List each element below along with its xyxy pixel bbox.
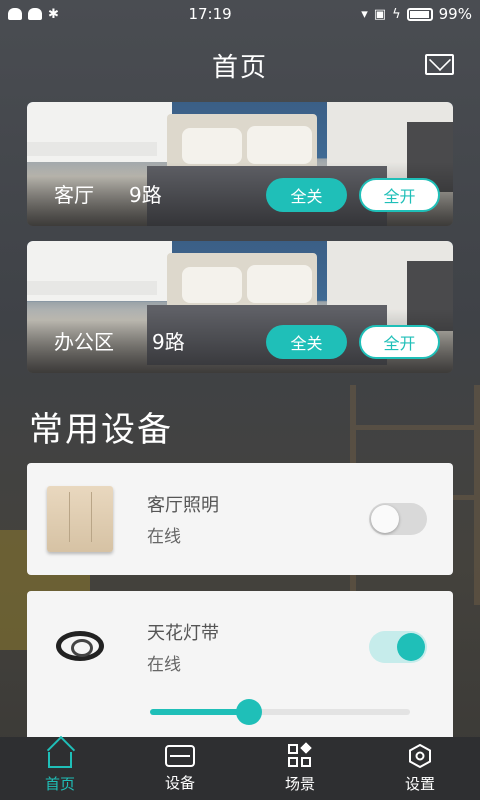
scene-icon	[288, 741, 312, 768]
toggle-knob	[397, 633, 425, 661]
slider-fill	[150, 709, 249, 715]
battery-level: 99%	[438, 5, 472, 23]
device-toggle[interactable]	[369, 631, 427, 663]
mail-icon[interactable]	[425, 54, 454, 75]
android-icon	[28, 8, 42, 20]
device-card[interactable]: 客厅照明 在线	[27, 463, 453, 575]
brightness-slider[interactable]	[150, 699, 410, 725]
status-left: ✱	[8, 8, 59, 21]
room-card[interactable]: 客厅 9路 全关 全开	[27, 102, 453, 226]
slider-thumb[interactable]	[235, 699, 262, 725]
wifi-icon: ▾	[361, 6, 368, 22]
device-icon	[165, 744, 195, 767]
toggle-knob	[371, 505, 399, 533]
status-bar: ✱ 17:19 ▾ ▣ ϟ 99%	[0, 0, 480, 28]
all-on-button[interactable]: 全开	[359, 178, 440, 212]
room-card[interactable]: 办公区 9路 全关 全开	[27, 241, 453, 373]
tab-label: 场景	[284, 774, 315, 793]
device-status: 在线	[147, 527, 181, 547]
led-strip-icon	[47, 613, 113, 679]
tab-devices[interactable]: 设备	[120, 737, 240, 800]
tab-label: 设备	[164, 773, 195, 792]
home-icon	[48, 751, 72, 768]
room-name: 客厅	[54, 183, 94, 207]
header: 首页	[0, 28, 480, 102]
android-icon	[8, 8, 22, 20]
room-channel-count: 9路	[129, 183, 162, 207]
status-time: 17:19	[188, 5, 232, 23]
tab-label: 设置	[404, 774, 435, 793]
bottom-tab-bar: 首页 设备 场景 设置	[0, 737, 480, 800]
battery-icon	[406, 7, 433, 21]
section-title: 常用设备	[29, 410, 173, 450]
charging-icon: ϟ	[392, 6, 401, 22]
room-name: 办公区	[54, 330, 114, 354]
settings-icon	[409, 743, 431, 768]
device-name: 客厅照明	[147, 495, 219, 516]
tab-home[interactable]: 首页	[0, 737, 120, 800]
tab-label: 首页	[44, 774, 75, 793]
device-toggle[interactable]	[369, 503, 427, 535]
switch-panel-icon	[47, 486, 113, 552]
no-sim-icon: ▣	[373, 6, 387, 22]
device-card[interactable]: 天花灯带 在线	[27, 591, 453, 741]
page-title: 首页	[211, 52, 268, 83]
status-right: ▾ ▣ ϟ 99%	[361, 5, 472, 23]
device-name: 天花灯带	[147, 623, 219, 644]
bluetooth-icon: ✱	[48, 6, 59, 22]
tab-settings[interactable]: 设置	[360, 737, 480, 800]
tab-scenes[interactable]: 场景	[240, 737, 360, 800]
all-on-button[interactable]: 全开	[359, 325, 440, 359]
device-status: 在线	[147, 655, 181, 675]
all-off-button[interactable]: 全关	[266, 178, 347, 212]
room-channel-count: 9路	[152, 330, 185, 354]
all-off-button[interactable]: 全关	[266, 325, 347, 359]
